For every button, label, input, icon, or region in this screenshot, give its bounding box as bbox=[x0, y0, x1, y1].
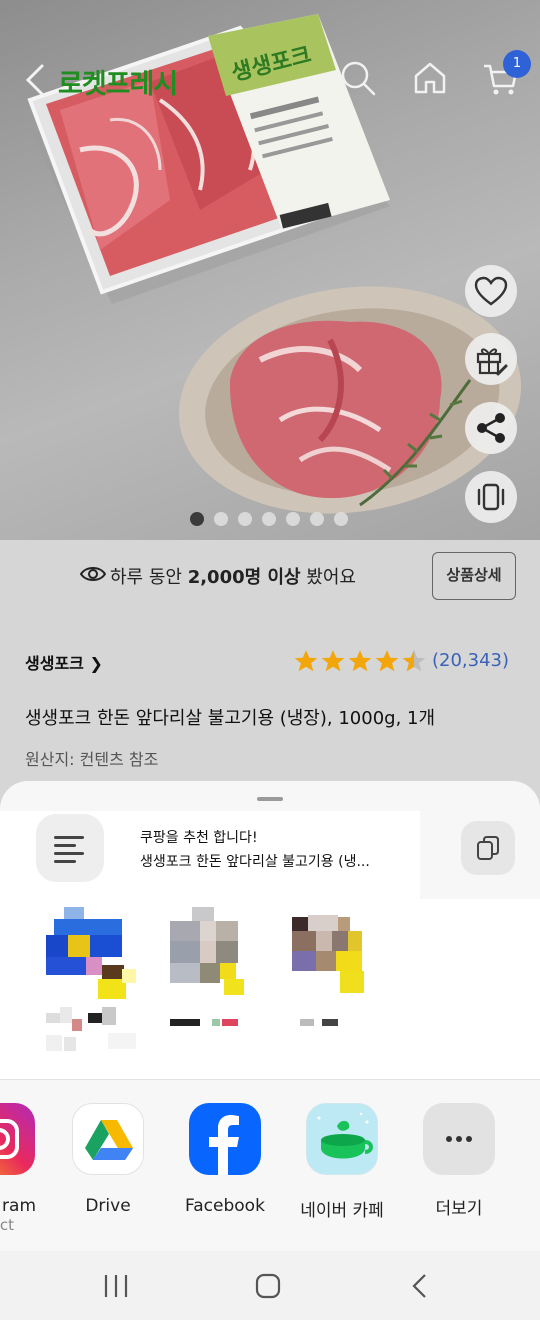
vibrate-button[interactable] bbox=[465, 471, 517, 523]
brand-logo[interactable]: 로켓프레시 bbox=[58, 62, 178, 101]
app-label: 네이버 카페 bbox=[300, 1201, 384, 1221]
copy-icon bbox=[477, 836, 499, 860]
cart-count-badge: 1 bbox=[503, 50, 531, 78]
carousel-indicator bbox=[190, 512, 348, 526]
viewed-count-text: 하루 동안 2,000명 이상 봤어요 bbox=[110, 567, 356, 588]
naver-cafe-icon bbox=[306, 1103, 378, 1175]
drag-handle[interactable] bbox=[257, 797, 283, 801]
product-image-carousel[interactable]: 생생포크 로켓프레시 1 bbox=[0, 0, 540, 540]
more-dots-icon bbox=[423, 1103, 495, 1175]
direct-share-contacts bbox=[0, 899, 540, 1079]
app-label: ram bbox=[2, 1196, 36, 1216]
contact-item[interactable] bbox=[46, 907, 136, 1057]
blurred-avatar bbox=[46, 907, 136, 1051]
carousel-dot[interactable] bbox=[238, 512, 252, 526]
top-bar: 로켓프레시 bbox=[0, 40, 540, 120]
blurred-avatar bbox=[292, 915, 364, 1026]
carousel-dot[interactable] bbox=[310, 512, 324, 526]
star-full-icon bbox=[348, 650, 372, 672]
star-full-icon bbox=[294, 650, 318, 672]
app-drive[interactable]: Drive bbox=[63, 1103, 153, 1216]
share-icon bbox=[477, 413, 505, 443]
app-instagram[interactable]: ram ct bbox=[0, 1103, 44, 1234]
share-preview-icon bbox=[36, 814, 104, 882]
share-sheet: 쿠팡을 추천 합니다! 생생포크 한돈 앞다리살 불고기용 (냉... ram … bbox=[0, 781, 540, 1251]
home-button-icon[interactable] bbox=[248, 1271, 288, 1301]
back-arrow-icon[interactable] bbox=[18, 60, 54, 100]
carousel-dot[interactable] bbox=[190, 512, 204, 526]
carousel-dot[interactable] bbox=[262, 512, 276, 526]
review-count-link[interactable]: (20,343) bbox=[432, 650, 509, 671]
vibrate-icon bbox=[477, 483, 505, 511]
instagram-icon bbox=[0, 1103, 35, 1175]
contact-item[interactable] bbox=[170, 907, 250, 1027]
divider bbox=[0, 1079, 540, 1080]
google-drive-icon bbox=[72, 1103, 144, 1175]
contact-item[interactable] bbox=[292, 907, 372, 1027]
app-facebook[interactable]: Facebook bbox=[180, 1103, 270, 1216]
app-label: Drive bbox=[85, 1196, 131, 1216]
facebook-icon bbox=[189, 1103, 261, 1175]
share-subtitle: 생생포크 한돈 앞다리살 불고기용 (냉... bbox=[140, 854, 370, 870]
search-icon[interactable] bbox=[338, 58, 378, 98]
recent-apps-icon[interactable] bbox=[96, 1271, 136, 1301]
product-detail-button[interactable]: 상품상세 bbox=[432, 552, 516, 600]
app-label: Facebook bbox=[185, 1196, 265, 1216]
app-label: 더보기 bbox=[435, 1199, 483, 1219]
carousel-dot[interactable] bbox=[286, 512, 300, 526]
text-lines-icon bbox=[54, 836, 84, 863]
origin-info: 원산지: 컨텐츠 참조 bbox=[25, 750, 159, 769]
app-naver-cafe[interactable]: 네이버 카페 bbox=[297, 1103, 387, 1221]
blurred-avatar bbox=[170, 907, 244, 1026]
back-nav-icon[interactable] bbox=[400, 1271, 440, 1301]
system-nav-bar bbox=[0, 1251, 540, 1320]
share-button[interactable] bbox=[465, 402, 517, 454]
brand-store-link[interactable]: 생생포크 ❯ bbox=[25, 650, 103, 674]
carousel-dot[interactable] bbox=[334, 512, 348, 526]
viewed-count-row: 하루 동안 2,000명 이상 봤어요 상품상세 bbox=[0, 540, 540, 612]
app-more[interactable]: 더보기 bbox=[414, 1103, 504, 1219]
app-sublabel: ct bbox=[0, 1216, 14, 1234]
rating-stars[interactable] bbox=[293, 648, 427, 674]
heart-icon bbox=[474, 276, 508, 306]
star-half-icon bbox=[402, 650, 426, 672]
star-full-icon bbox=[375, 650, 399, 672]
gift-button[interactable] bbox=[465, 333, 517, 385]
star-full-icon bbox=[321, 650, 345, 672]
wishlist-button[interactable] bbox=[465, 265, 517, 317]
eye-icon bbox=[80, 567, 106, 581]
home-icon[interactable] bbox=[410, 58, 450, 98]
carousel-dot[interactable] bbox=[214, 512, 228, 526]
copy-button[interactable] bbox=[461, 821, 515, 875]
share-title: 쿠팡을 추천 합니다! bbox=[140, 830, 258, 846]
gift-icon bbox=[476, 348, 508, 376]
product-name: 생생포크 한돈 앞다리살 불고기용 (냉장), 1000g, 1개 bbox=[25, 708, 436, 729]
